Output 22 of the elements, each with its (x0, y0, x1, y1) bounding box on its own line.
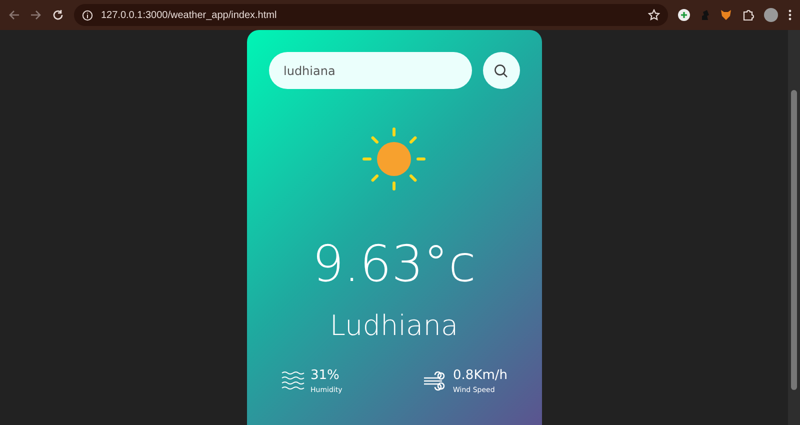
detail-value: 31% (310, 368, 340, 383)
profile-avatar[interactable] (764, 8, 778, 22)
menu-icon[interactable] (788, 9, 792, 21)
search-field[interactable]: ludhiana (268, 52, 472, 89)
info-icon[interactable] (82, 10, 93, 20)
reload-icon[interactable] (52, 9, 64, 21)
search-icon (494, 64, 508, 78)
star-icon[interactable] (648, 9, 660, 21)
puzzle-icon[interactable] (742, 9, 754, 21)
detail-value: 0.8Km/h (453, 368, 508, 383)
forward-icon[interactable] (30, 9, 42, 21)
fox-icon[interactable] (720, 9, 732, 21)
search-button[interactable] (482, 52, 520, 89)
back-icon[interactable] (8, 9, 20, 21)
plus-circle-icon[interactable] (678, 9, 690, 21)
waves-icon (280, 370, 304, 392)
url-text: 127.0.0.1:3000/weather_app/index.html (101, 10, 278, 20)
scrollbar-thumb[interactable] (791, 90, 797, 390)
wind-icon (423, 370, 448, 392)
address-bar[interactable]: 127.0.0.1:3000/weather_app/index.html (74, 4, 668, 26)
temperature-text: 9.63°c (312, 239, 476, 289)
city-name: Ludhiana (330, 309, 458, 342)
